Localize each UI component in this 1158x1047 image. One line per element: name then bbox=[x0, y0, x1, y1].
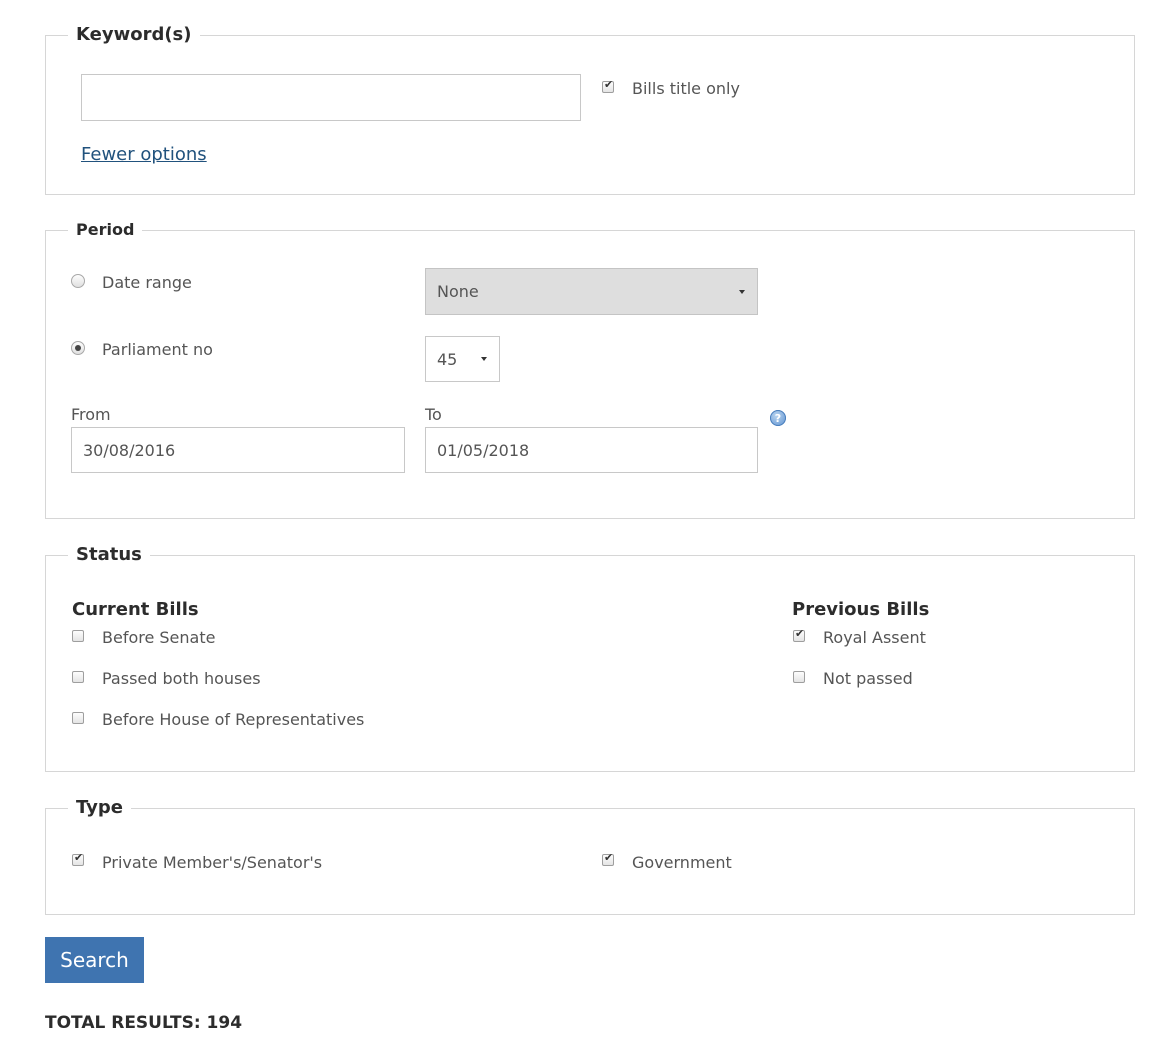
date-range-label: Date range bbox=[102, 273, 192, 292]
not-passed-label: Not passed bbox=[823, 669, 913, 688]
from-label: From bbox=[71, 405, 111, 424]
before-senate-label: Before Senate bbox=[102, 628, 216, 647]
before-senate-checkbox[interactable] bbox=[72, 630, 84, 642]
date-range-radio[interactable] bbox=[71, 274, 85, 288]
parliament-no-selected-value: 45 bbox=[437, 349, 458, 369]
government-checkbox[interactable] bbox=[602, 851, 614, 866]
chevron-down-icon bbox=[739, 290, 745, 294]
from-date-input[interactable]: 30/08/2016 bbox=[71, 427, 405, 473]
type-fieldset: Type Private Member's/Senator's Governme… bbox=[45, 797, 1135, 915]
chevron-down-icon bbox=[481, 357, 487, 361]
previous-bills-heading: Previous Bills bbox=[792, 599, 930, 620]
parliament-no-label: Parliament no bbox=[102, 340, 213, 359]
status-legend: Status bbox=[68, 544, 150, 566]
keywords-legend: Keyword(s) bbox=[68, 24, 200, 46]
before-house-of-representatives-label: Before House of Representatives bbox=[102, 710, 365, 729]
help-icon[interactable]: ? bbox=[770, 410, 786, 426]
parliament-no-select[interactable]: 45 bbox=[425, 336, 500, 382]
passed-both-houses-checkbox[interactable] bbox=[72, 671, 84, 683]
before-house-of-representatives-checkbox[interactable] bbox=[72, 712, 84, 724]
type-legend: Type bbox=[68, 797, 131, 819]
keywords-fieldset: Keyword(s) Bills title only Fewer option… bbox=[45, 24, 1135, 195]
not-passed-checkbox[interactable] bbox=[793, 671, 805, 683]
total-results: TOTAL RESULTS: 194 bbox=[45, 1013, 243, 1033]
current-bills-heading: Current Bills bbox=[72, 599, 199, 620]
government-label: Government bbox=[632, 853, 732, 872]
to-label: To bbox=[425, 405, 442, 424]
royal-assent-checkbox[interactable] bbox=[793, 627, 805, 642]
royal-assent-label: Royal Assent bbox=[823, 628, 926, 647]
passed-both-houses-label: Passed both houses bbox=[102, 669, 261, 688]
keywords-input[interactable] bbox=[81, 74, 581, 121]
search-button[interactable]: Search bbox=[45, 937, 144, 983]
status-fieldset: Status Current Bills Before Senate Passe… bbox=[45, 544, 1135, 772]
parliament-no-radio[interactable] bbox=[71, 341, 85, 355]
date-range-selected-value: None bbox=[437, 282, 479, 301]
bills-title-only-label: Bills title only bbox=[632, 79, 740, 98]
date-range-select[interactable]: None bbox=[425, 268, 758, 315]
to-date-input[interactable]: 01/05/2018 bbox=[425, 427, 758, 473]
period-fieldset: Period Date range None Parliament no 45 … bbox=[45, 219, 1135, 519]
bills-title-only-checkbox[interactable] bbox=[602, 78, 614, 93]
private-members-checkbox[interactable] bbox=[72, 851, 84, 866]
fewer-options-link[interactable]: Fewer options bbox=[81, 144, 207, 165]
private-members-label: Private Member's/Senator's bbox=[102, 853, 323, 872]
period-legend: Period bbox=[68, 219, 143, 241]
